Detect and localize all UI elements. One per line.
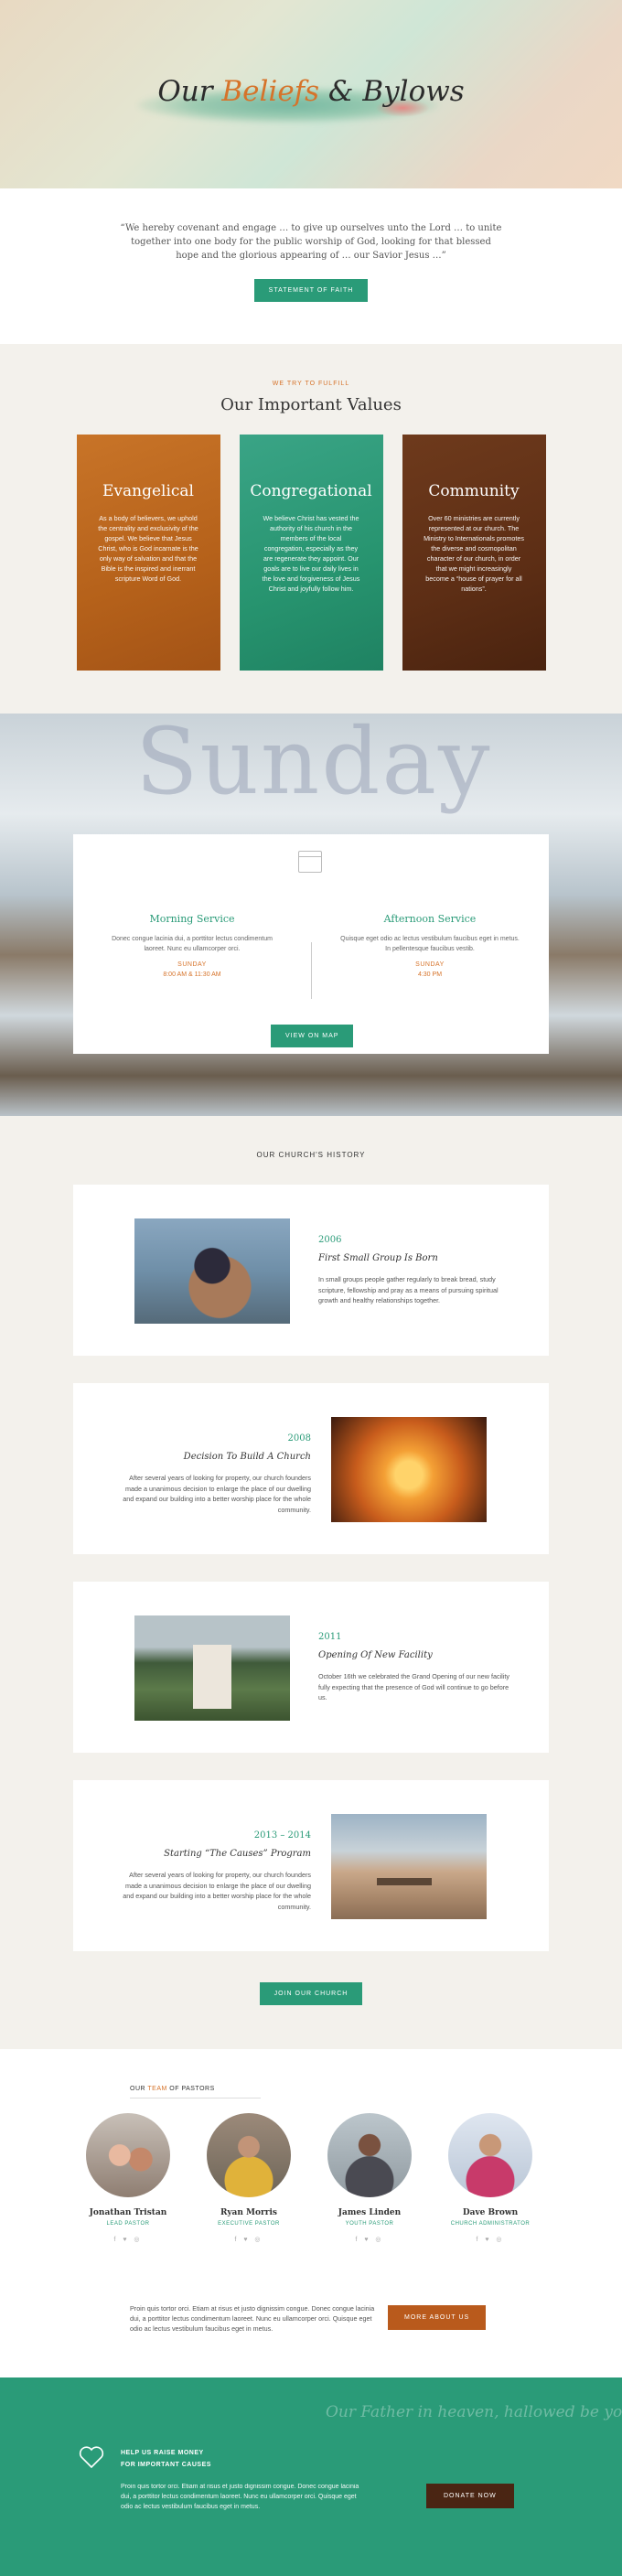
history-year: 2011: [318, 1632, 342, 1642]
pastor-role: Executive Pastor: [218, 2221, 280, 2227]
pastor-card: Jonathan Tristan Lead Pastor f ♥ ◎: [82, 2113, 174, 2243]
history-heading: Opening Of New Facility: [318, 1650, 433, 1660]
service-times-card: Morning Service Donec congue lacinia dui…: [73, 834, 549, 1054]
join-our-church-button[interactable]: Join Our Church: [259, 1982, 363, 2005]
history-body: After several years of looking for prope…: [123, 1871, 311, 1911]
history-body: October 16th we celebrated the Grand Ope…: [318, 1672, 509, 1701]
avatar[interactable]: [448, 2113, 532, 2197]
morning-service-day: SUNDAY: [177, 961, 207, 968]
value-card-community[interactable]: Community Over 60 ministries are current…: [402, 435, 546, 671]
avatar[interactable]: [207, 2113, 291, 2197]
pastor-name: Dave Brown: [462, 2208, 519, 2217]
pastors-section: Our team of Pastors Jonathan Tristan Lea…: [0, 2049, 622, 2377]
values-section: We try to fulfill Our Important Values E…: [0, 344, 622, 714]
history-text: 2011 Opening Of New Facility October 16t…: [318, 1632, 510, 1703]
history-year: 2006: [318, 1235, 342, 1245]
covenant-quote-section: “We hereby covenant and engage … to give…: [0, 188, 622, 344]
afternoon-service: Afternoon Service Quisque eget odio ac l…: [338, 913, 521, 978]
hero-banner: Our Beliefs & Bylows: [0, 0, 622, 188]
pastor-list: Jonathan Tristan Lead Pastor f ♥ ◎ Ryan …: [82, 2113, 536, 2243]
afternoon-service-day: SUNDAY: [415, 961, 445, 968]
history-text: 2006 First Small Group Is Born In small …: [318, 1235, 510, 1306]
heart-hands-photo: [331, 1417, 487, 1522]
afternoon-service-time: 4:30 PM: [417, 971, 443, 978]
avatar[interactable]: [327, 2113, 412, 2197]
about-text: Proin quis tortor orci. Etiam at risus e…: [130, 2304, 375, 2333]
chapel-photo: [134, 1615, 290, 1721]
grapes-photo: [134, 1218, 290, 1324]
join-wrapper: Join Our Church: [0, 1982, 622, 2005]
service-divider: [311, 942, 312, 999]
history-heading: Decision To Build A Church: [183, 1452, 311, 1462]
sunday-services-section: Sunday Morning Service Donec congue laci…: [0, 714, 622, 1116]
values-eyebrow: We try to fulfill: [272, 381, 350, 387]
sunday-ghost-heading: Sunday: [135, 714, 492, 815]
afternoon-service-text: Quisque eget odio ac lectus vestibulum f…: [340, 936, 520, 952]
history-section: Our Church's History 2006 First Small Gr…: [0, 1116, 622, 2049]
social-icons[interactable]: f ♥ ◎: [324, 2236, 415, 2243]
value-card-text: As a body of believers, we uphold the ce…: [98, 514, 198, 583]
value-card-evangelical[interactable]: Evangelical As a body of believers, we u…: [76, 435, 220, 671]
pastor-card: Ryan Morris Executive Pastor f ♥ ◎: [203, 2113, 295, 2243]
history-item-2008: 2008 Decision To Build A Church After se…: [73, 1383, 549, 1554]
value-card-congregational[interactable]: Congregational We believe Christ has ves…: [239, 435, 383, 671]
history-body: After several years of looking for prope…: [123, 1474, 311, 1514]
pastor-name: Jonathan Tristan: [89, 2208, 167, 2217]
history-year: 2013 – 2014: [253, 1830, 311, 1841]
morning-service-text: Donec congue lacinia dui, a porttitor le…: [112, 936, 273, 952]
history-text: 2008 Decision To Build A Church After se…: [119, 1433, 311, 1515]
donate-title: Help us raise money for important causes: [121, 2450, 211, 2468]
pastors-heading: Our team of Pastors: [130, 2086, 215, 2092]
pastor-role: Lead Pastor: [106, 2221, 150, 2227]
afternoon-service-title: Afternoon Service: [383, 913, 477, 925]
pastor-card: Dave Brown Church Administrator f ♥ ◎: [445, 2113, 536, 2243]
history-title: Our Church's History: [256, 1151, 366, 1159]
donate-now-button[interactable]: Donate Now: [426, 2484, 514, 2508]
values-cards: Evangelical As a body of believers, we u…: [0, 435, 622, 671]
page-title: Our Beliefs & Bylows: [157, 75, 465, 108]
history-item-2011: 2011 Opening Of New Facility October 16t…: [73, 1582, 549, 1753]
pastor-card: James Linden Youth Pastor f ♥ ◎: [324, 2113, 415, 2243]
value-card-title: Evangelical: [102, 482, 194, 500]
prayer-script: Our Father in heaven, hallowed be your: [326, 2403, 622, 2421]
more-about-us-button[interactable]: More About Us: [388, 2305, 487, 2330]
pastor-role: Church Administrator: [450, 2221, 531, 2227]
history-heading: Starting “The Causes” Program: [164, 1849, 311, 1859]
view-on-map-button[interactable]: View on Map: [271, 1025, 354, 1047]
history-body: In small groups people gather regularly …: [318, 1275, 499, 1304]
pastor-name: Ryan Morris: [220, 2208, 277, 2217]
value-card-text: We believe Christ has vested the authori…: [262, 514, 360, 593]
social-icons[interactable]: f ♥ ◎: [82, 2236, 174, 2243]
morning-service-title: Morning Service: [149, 913, 235, 925]
history-heading: First Small Group Is Born: [318, 1253, 438, 1263]
social-icons[interactable]: f ♥ ◎: [445, 2236, 536, 2243]
calendar-icon: [298, 851, 322, 873]
morning-service-time: 8:00 AM & 11:30 AM: [163, 971, 221, 978]
heart-icon: [79, 2446, 104, 2469]
history-item-2006: 2006 First Small Group Is Born In small …: [73, 1185, 549, 1356]
covenant-quote: “We hereby covenant and engage … to give…: [120, 223, 502, 261]
avatar[interactable]: [86, 2113, 170, 2197]
pastor-name: James Linden: [338, 2208, 402, 2217]
value-card-title: Community: [428, 482, 520, 500]
statement-of-faith-button[interactable]: Statement of Faith: [253, 279, 369, 302]
history-item-2013: 2013 – 2014 Starting “The Causes” Progra…: [73, 1780, 549, 1951]
social-icons[interactable]: f ♥ ◎: [203, 2236, 295, 2243]
values-title: Our Important Values: [220, 395, 402, 414]
value-card-title: Congregational: [250, 482, 372, 500]
pastor-role: Youth Pastor: [345, 2221, 394, 2227]
history-year: 2008: [287, 1433, 311, 1444]
donate-section: Our Father in heaven, hallowed be your H…: [0, 2377, 622, 2576]
bench-photo: [331, 1814, 487, 1919]
history-text: 2013 – 2014 Starting “The Causes” Progra…: [119, 1830, 311, 1912]
morning-service: Morning Service Donec congue lacinia dui…: [101, 913, 284, 978]
value-card-text: Over 60 ministries are currently represe…: [424, 514, 524, 593]
donate-text: Proin quis tortor orci. Etiam at risus e…: [121, 2484, 359, 2510]
